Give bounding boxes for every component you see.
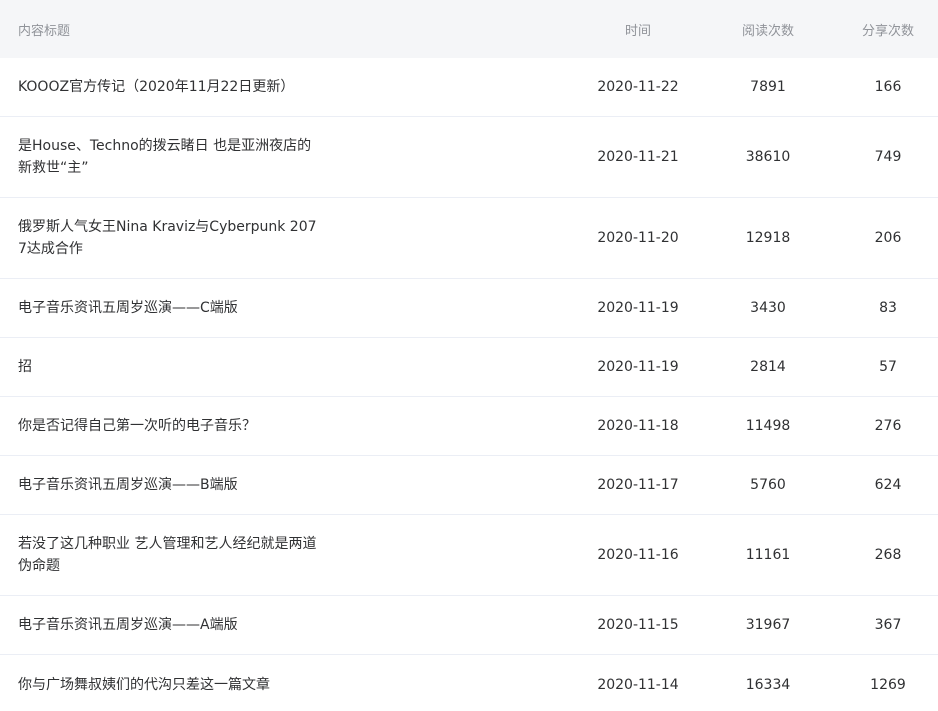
row-title[interactable]: 电子音乐资讯五周岁巡演——A端版 bbox=[18, 614, 323, 636]
row-title-cell: 俄罗斯人气女王Nina Kraviz与Cyberpunk 2077达成合作 bbox=[0, 216, 578, 260]
row-title[interactable]: 俄罗斯人气女王Nina Kraviz与Cyberpunk 2077达成合作 bbox=[18, 216, 323, 260]
row-date: 2020-11-19 bbox=[597, 359, 679, 375]
row-date: 2020-11-22 bbox=[597, 79, 679, 95]
row-title[interactable]: KOOOZ官方传记（2020年11月22日更新） bbox=[18, 76, 323, 98]
table-row: 电子音乐资讯五周岁巡演——B端版 2020-11-17 5760 624 bbox=[0, 456, 938, 515]
row-title-cell: 是House、Techno的拨云睹日 也是亚洲夜店的新救世“主” bbox=[0, 135, 578, 179]
row-title[interactable]: 你与广场舞叔姨们的代沟只差这一篇文章 bbox=[18, 674, 323, 696]
header-date: 时间 bbox=[624, 23, 651, 39]
row-date: 2020-11-14 bbox=[597, 676, 679, 693]
articles-table: 内容标题 时间 阅读次数 分享次数 KOOOZ官方传记（2020年11月22日更… bbox=[0, 0, 938, 711]
row-shares: 206 bbox=[874, 230, 902, 246]
row-shares: 367 bbox=[874, 617, 902, 633]
row-reads: 3430 bbox=[750, 300, 786, 316]
row-reads: 11161 bbox=[745, 547, 791, 563]
row-title-cell: 你是否记得自己第一次听的电子音乐？ bbox=[0, 415, 578, 437]
row-reads: 38610 bbox=[745, 149, 791, 165]
table-row: 电子音乐资讯五周岁巡演——C端版 2020-11-19 3430 83 bbox=[0, 279, 938, 338]
header-shares: 分享次数 bbox=[861, 23, 914, 39]
row-reads: 31967 bbox=[745, 617, 791, 633]
row-title[interactable]: 电子音乐资讯五周岁巡演——B端版 bbox=[18, 474, 323, 496]
row-date: 2020-11-21 bbox=[597, 149, 679, 165]
row-shares: 268 bbox=[874, 547, 902, 563]
row-title-cell: 电子音乐资讯五周岁巡演——A端版 bbox=[0, 614, 578, 636]
row-date: 2020-11-20 bbox=[597, 230, 679, 246]
row-reads: 16334 bbox=[745, 676, 791, 693]
table-header: 内容标题 时间 阅读次数 分享次数 bbox=[0, 0, 938, 58]
table-row: KOOOZ官方传记（2020年11月22日更新） 2020-11-22 7891… bbox=[0, 58, 938, 117]
row-shares: 1269 bbox=[870, 676, 906, 693]
header-title: 内容标题 bbox=[18, 23, 71, 39]
row-title-cell: 电子音乐资讯五周岁巡演——C端版 bbox=[0, 297, 578, 319]
table-row: 是House、Techno的拨云睹日 也是亚洲夜店的新救世“主” 2020-11… bbox=[0, 117, 938, 198]
table-row: 你与广场舞叔姨们的代沟只差这一篇文章 2020-11-14 16334 1269 bbox=[0, 655, 938, 711]
row-reads: 5760 bbox=[750, 477, 786, 493]
row-title[interactable]: 招 bbox=[18, 356, 323, 378]
row-title-cell: KOOOZ官方传记（2020年11月22日更新） bbox=[0, 76, 578, 98]
header-reads: 阅读次数 bbox=[741, 23, 794, 39]
row-shares: 624 bbox=[874, 477, 902, 493]
row-date: 2020-11-18 bbox=[597, 418, 679, 434]
row-shares: 276 bbox=[874, 418, 902, 434]
row-shares: 83 bbox=[879, 300, 897, 316]
row-title[interactable]: 若没了这几种职业 艺人管理和艺人经纪就是两道伪命题 bbox=[18, 533, 323, 577]
table-row: 俄罗斯人气女王Nina Kraviz与Cyberpunk 2077达成合作 20… bbox=[0, 198, 938, 279]
row-title[interactable]: 电子音乐资讯五周岁巡演——C端版 bbox=[18, 297, 323, 319]
row-title-cell: 若没了这几种职业 艺人管理和艺人经纪就是两道伪命题 bbox=[0, 533, 578, 577]
row-reads: 12918 bbox=[745, 230, 791, 246]
row-date: 2020-11-15 bbox=[597, 617, 679, 633]
row-title-cell: 招 bbox=[0, 356, 578, 378]
row-shares: 57 bbox=[879, 359, 897, 375]
row-date: 2020-11-16 bbox=[597, 547, 679, 563]
row-title-cell: 电子音乐资讯五周岁巡演——B端版 bbox=[0, 474, 578, 496]
table-row: 若没了这几种职业 艺人管理和艺人经纪就是两道伪命题 2020-11-16 111… bbox=[0, 515, 938, 596]
row-date: 2020-11-19 bbox=[597, 300, 679, 316]
row-date: 2020-11-17 bbox=[597, 477, 679, 493]
row-reads: 7891 bbox=[750, 79, 786, 95]
row-reads: 11498 bbox=[745, 418, 791, 434]
table-row: 你是否记得自己第一次听的电子音乐？ 2020-11-18 11498 276 bbox=[0, 397, 938, 456]
table-row: 电子音乐资讯五周岁巡演——A端版 2020-11-15 31967 367 bbox=[0, 596, 938, 655]
row-shares: 749 bbox=[874, 149, 902, 165]
row-title[interactable]: 你是否记得自己第一次听的电子音乐？ bbox=[18, 415, 323, 437]
row-reads: 2814 bbox=[750, 359, 786, 375]
row-title[interactable]: 是House、Techno的拨云睹日 也是亚洲夜店的新救世“主” bbox=[18, 135, 323, 179]
row-title-cell: 你与广场舞叔姨们的代沟只差这一篇文章 bbox=[0, 674, 578, 696]
row-shares: 166 bbox=[874, 79, 902, 95]
table-row: 招 2020-11-19 2814 57 bbox=[0, 338, 938, 397]
